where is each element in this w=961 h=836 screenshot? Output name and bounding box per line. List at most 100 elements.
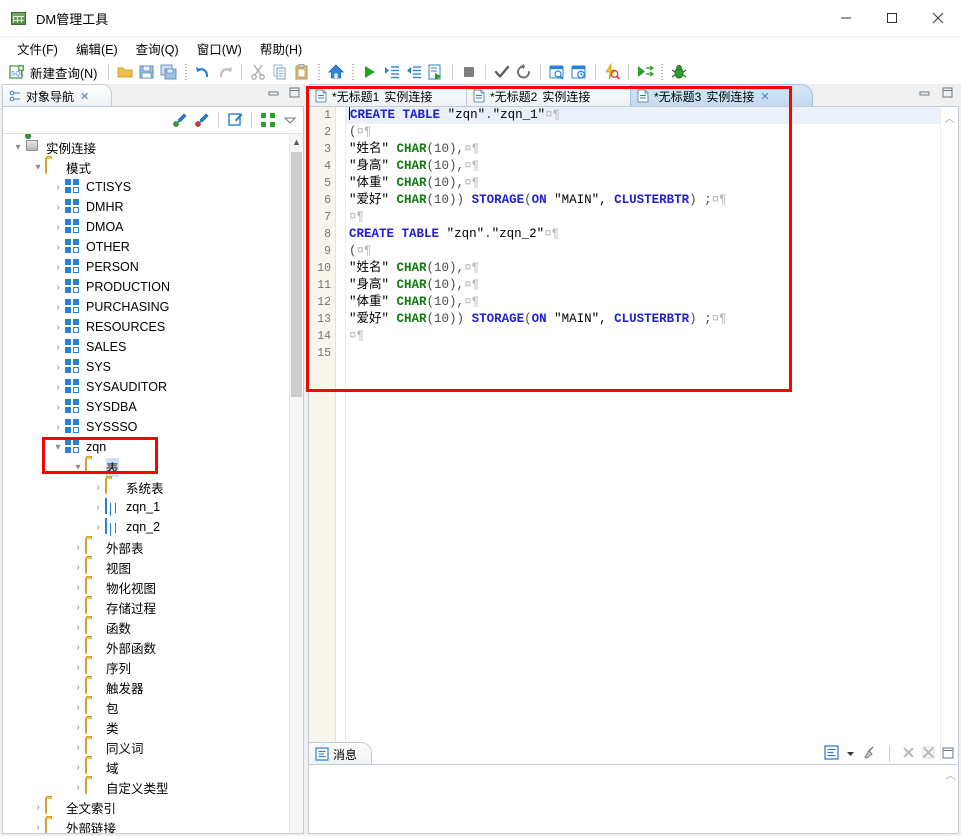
tree-item[interactable]: ›视图: [3, 557, 290, 577]
tree-item[interactable]: ›DMOA: [3, 217, 290, 237]
expand-arrow-right-icon[interactable]: ›: [31, 802, 45, 813]
expand-arrow-down-icon[interactable]: ▾: [71, 462, 85, 473]
expand-arrow-right-icon[interactable]: ›: [71, 562, 85, 573]
expand-arrow-right-icon[interactable]: ›: [71, 782, 85, 793]
tree-item[interactable]: ›函数: [3, 617, 290, 637]
editor-tab[interactable]: *无标题2实例连接: [466, 84, 639, 107]
code-line[interactable]: "姓名" CHAR(10),¤¶: [346, 260, 940, 277]
expand-arrow-right-icon[interactable]: ›: [51, 342, 65, 353]
tree-item[interactable]: ›全文索引: [3, 797, 290, 817]
code-line[interactable]: (¤¶: [346, 124, 940, 141]
expand-arrow-right-icon[interactable]: ›: [71, 762, 85, 773]
scroll-up-icon[interactable]: ▲: [290, 134, 303, 150]
debug-button[interactable]: [668, 61, 690, 83]
new-query-button[interactable]: SQL 新建查询(N): [6, 61, 103, 83]
navigator-scrollbar[interactable]: ▲: [289, 134, 303, 833]
close-icon[interactable]: [902, 746, 915, 762]
expand-arrow-right-icon[interactable]: ›: [31, 822, 45, 833]
code-line[interactable]: "姓名" CHAR(10),¤¶: [346, 141, 940, 158]
minimize-view-icon[interactable]: [268, 87, 279, 101]
code-line[interactable]: ¤¶: [346, 209, 940, 226]
clear-broom-icon[interactable]: [862, 745, 877, 763]
connect-icon[interactable]: [171, 111, 189, 129]
copy-button[interactable]: [269, 61, 291, 83]
code-line[interactable]: [346, 345, 940, 362]
tree-item[interactable]: ▾zqn: [3, 437, 290, 457]
tree-item[interactable]: ›PRODUCTION: [3, 277, 290, 297]
expand-arrow-right-icon[interactable]: ›: [71, 662, 85, 673]
code-line[interactable]: "爱好" CHAR(10)) STORAGE(ON "MAIN", CLUSTE…: [346, 311, 940, 328]
expand-arrow-right-icon[interactable]: ›: [51, 262, 65, 273]
close-icon[interactable]: ✕: [760, 90, 769, 103]
expand-arrow-right-icon[interactable]: ›: [51, 362, 65, 373]
tab-messages[interactable]: 消息: [308, 742, 372, 765]
open-button[interactable]: [114, 61, 136, 83]
tree-item[interactable]: ›SYSAUDITOR: [3, 377, 290, 397]
tree-item[interactable]: ›RESOURCES: [3, 317, 290, 337]
tree-item[interactable]: ›自定义类型: [3, 777, 290, 797]
scroll-thumb[interactable]: [291, 152, 302, 397]
tree-item[interactable]: ›包: [3, 697, 290, 717]
expand-arrow-down-icon[interactable]: ▾: [31, 162, 45, 173]
tree-item[interactable]: ›SYSSSO: [3, 417, 290, 437]
tree-item[interactable]: ▾表: [3, 457, 290, 477]
expand-arrow-down-icon[interactable]: ▾: [11, 142, 25, 153]
tree-item[interactable]: ›SALES: [3, 337, 290, 357]
expand-arrow-right-icon[interactable]: ›: [71, 642, 85, 653]
execute-button[interactable]: [359, 61, 381, 83]
maximize-editor-icon[interactable]: [942, 87, 953, 101]
editor-tab[interactable]: *无标题1实例连接: [308, 84, 475, 107]
code-line[interactable]: "身高" CHAR(10),¤¶: [346, 158, 940, 175]
expand-arrow-right-icon[interactable]: ›: [51, 242, 65, 253]
rollback-button[interactable]: [513, 61, 535, 83]
expand-arrow-right-icon[interactable]: ›: [51, 422, 65, 433]
expand-arrow-right-icon[interactable]: ›: [71, 742, 85, 753]
editor-vertical-scrollbar[interactable]: ︿ ﹀: [940, 107, 958, 815]
code-line[interactable]: "体重" CHAR(10),¤¶: [346, 175, 940, 192]
tree-item[interactable]: ›PURCHASING: [3, 297, 290, 317]
collapse-all-icon[interactable]: [259, 111, 277, 129]
tree-item[interactable]: ›存储过程: [3, 597, 290, 617]
redo-button[interactable]: [214, 61, 236, 83]
object-tree[interactable]: ▾实例连接▾模式›CTISYS›DMHR›DMOA›OTHER›PERSON›P…: [3, 134, 290, 833]
tree-item[interactable]: ›外部表: [3, 537, 290, 557]
tree-item[interactable]: ›OTHER: [3, 237, 290, 257]
quick-analyze-button[interactable]: [601, 61, 623, 83]
message-filter-button[interactable]: [824, 745, 839, 763]
expand-arrow-right-icon[interactable]: ›: [71, 682, 85, 693]
expand-arrow-right-icon[interactable]: ›: [91, 502, 105, 513]
tree-item[interactable]: ›PERSON: [3, 257, 290, 277]
execute-script-button[interactable]: [425, 61, 447, 83]
code-line[interactable]: CREATE TABLE "zqn"."zqn_2"¤¶: [346, 226, 940, 243]
chevron-down-icon[interactable]: [846, 747, 855, 761]
run-to-button[interactable]: [634, 61, 656, 83]
tree-item[interactable]: ›DMHR: [3, 197, 290, 217]
expand-arrow-right-icon[interactable]: ›: [71, 582, 85, 593]
cut-button[interactable]: [247, 61, 269, 83]
code-lines[interactable]: CREATE TABLE "zqn"."zqn_1"¤¶(¤¶"姓名" CHAR…: [346, 107, 940, 815]
commit-button[interactable]: [491, 61, 513, 83]
plan-history-button[interactable]: [568, 61, 590, 83]
minimize-editor-icon[interactable]: [919, 87, 930, 101]
scroll-up-icon[interactable]: ︿: [943, 767, 958, 782]
save-all-button[interactable]: [158, 61, 180, 83]
expand-arrow-right-icon[interactable]: ›: [71, 702, 85, 713]
maximize-icon[interactable]: [942, 747, 954, 762]
expand-arrow-right-icon[interactable]: ›: [71, 542, 85, 553]
code-line[interactable]: (¤¶: [346, 243, 940, 260]
menu-query[interactable]: 查询(Q): [127, 37, 188, 60]
expand-arrow-right-icon[interactable]: ›: [51, 282, 65, 293]
tree-item[interactable]: ›域: [3, 757, 290, 777]
expand-arrow-right-icon[interactable]: ›: [91, 482, 105, 493]
expand-arrow-right-icon[interactable]: ›: [51, 402, 65, 413]
scroll-up-icon[interactable]: ︿: [941, 109, 958, 125]
tree-item[interactable]: ›系统表: [3, 477, 290, 497]
tab-object-navigator[interactable]: 对象导航 ✕: [2, 84, 112, 107]
tree-item[interactable]: ›外部函数: [3, 637, 290, 657]
maximize-view-icon[interactable]: [289, 87, 300, 101]
home-button[interactable]: [325, 61, 347, 83]
expand-arrow-right-icon[interactable]: ›: [71, 722, 85, 733]
editor-tab[interactable]: *无标题3实例连接✕: [630, 84, 813, 107]
code-line[interactable]: CREATE TABLE "zqn"."zqn_1"¤¶: [346, 107, 940, 124]
tree-item[interactable]: ›SYS: [3, 357, 290, 377]
